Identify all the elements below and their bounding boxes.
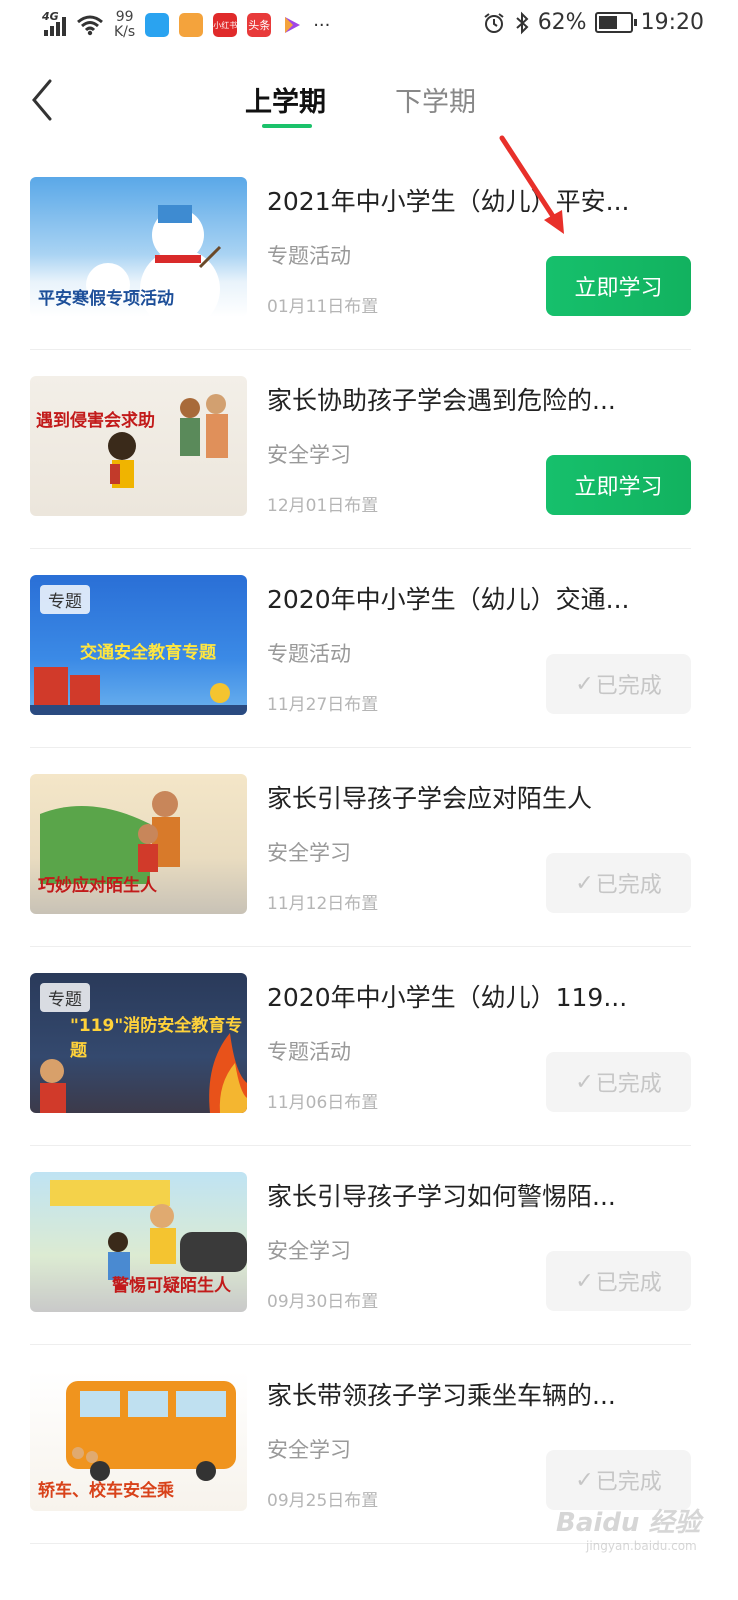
item-date: 12月01日布置 xyxy=(267,496,379,516)
item-title[interactable]: 2020年中小学生（幼儿）交通... xyxy=(267,580,667,616)
bluetooth-icon xyxy=(516,11,529,34)
app-notification-icon xyxy=(145,13,170,37)
back-arrow-icon[interactable] xyxy=(30,78,70,122)
watermark: Baidu 经验 jingyan.baidu.com xyxy=(556,1502,700,1553)
thumbnail: 警惕可疑陌生人 xyxy=(30,1172,247,1312)
tab-second-semester[interactable]: 下学期 xyxy=(395,80,476,119)
study-now-button[interactable]: 立即学习 xyxy=(546,455,691,515)
battery-icon xyxy=(594,12,637,33)
item-title[interactable]: 家长带领孩子学习乘坐车辆的... xyxy=(267,1376,667,1412)
completed-label: 已完成 xyxy=(595,1271,662,1296)
completed-label: 已完成 xyxy=(595,674,662,699)
thumbnail-caption: 遇到侵害会求助 xyxy=(36,411,155,431)
item-title[interactable]: 2020年中小学生（幼儿）119... xyxy=(267,978,667,1014)
completed-button: ✓ 已完成 xyxy=(546,1052,691,1112)
item-title[interactable]: 家长引导孩子学会应对陌生人 xyxy=(267,779,667,815)
thumbnail: 巧妙应对陌生人 xyxy=(30,774,247,914)
item-category: 安全学习 xyxy=(267,443,351,467)
item-category: 安全学习 xyxy=(267,1239,351,1263)
completed-label: 已完成 xyxy=(595,1470,662,1495)
thumbnail: 专题 "119"消防安全教育专题 xyxy=(30,973,247,1113)
signal-icon: 4G xyxy=(42,10,66,36)
clock: 19:20 xyxy=(640,10,704,35)
item-title[interactable]: 2021年中小学生（幼儿）平安... xyxy=(267,182,667,218)
item-category: 安全学习 xyxy=(267,1438,351,1462)
thumbnail-caption: "119"消防安全教育专题 xyxy=(70,1016,243,1061)
tab-first-semester[interactable]: 上学期 xyxy=(245,80,326,119)
completed-button: ✓ 已完成 xyxy=(546,853,691,913)
list-item[interactable]: 专题 "119"消防安全教育专题 2020年中小学生（幼儿）119... 专题活… xyxy=(30,946,691,1146)
thumbnail-caption: 交通安全教育专题 xyxy=(80,643,216,663)
item-date: 11月27日布置 xyxy=(267,695,379,715)
item-date: 11月12日布置 xyxy=(267,894,379,914)
item-date: 11月06日布置 xyxy=(267,1093,379,1113)
completed-button: ✓ 已完成 xyxy=(546,1251,691,1311)
list-item[interactable]: 专题 交通安全教育专题 2020年中小学生（幼儿）交通... 专题活动 11月2… xyxy=(30,548,691,748)
more-notifications: ··· xyxy=(313,14,331,36)
wifi-icon xyxy=(77,15,103,36)
list-item[interactable]: 遇到侵害会求助 家长协助孩子学会遇到危险的... 安全学习 12月01日布置 立… xyxy=(30,349,691,549)
item-category: 安全学习 xyxy=(267,841,351,865)
thumbnail: 专题 交通安全教育专题 xyxy=(30,575,247,715)
thumbnail: 平安寒假专项活动 xyxy=(30,177,247,317)
child-illustration xyxy=(108,394,228,488)
list-item[interactable]: 巧妙应对陌生人 家长引导孩子学会应对陌生人 安全学习 11月12日布置 ✓ 已完成 xyxy=(30,747,691,947)
thumbnail-caption: 轿车、校车安全乘 xyxy=(38,1481,174,1501)
network-type: 4G xyxy=(42,10,59,23)
thumbnail-tag: 专题 xyxy=(40,983,90,1012)
list-item[interactable]: 警惕可疑陌生人 家长引导孩子学习如何警惕陌... 安全学习 09月30日布置 ✓… xyxy=(30,1145,691,1345)
thumbnail: 遇到侵害会求助 xyxy=(30,376,247,516)
thumbnail: 轿车、校车安全乘 xyxy=(30,1371,247,1511)
item-category: 专题活动 xyxy=(267,1040,351,1064)
thumbnail-caption: 巧妙应对陌生人 xyxy=(38,876,157,896)
network-speed-value: 99 xyxy=(115,9,134,25)
item-date: 01月11日布置 xyxy=(267,297,379,317)
status-bar: 4G 99 K/s 小红书 头条 ··· 62% 19:20 xyxy=(0,0,738,52)
alarm-icon xyxy=(484,12,504,33)
status-right: 62% 19:20 xyxy=(482,10,704,35)
study-now-button[interactable]: 立即学习 xyxy=(546,256,691,316)
item-date: 09月30日布置 xyxy=(267,1292,379,1312)
completed-button: ✓ 已完成 xyxy=(546,654,691,714)
toutiao-icon: 头条 xyxy=(247,13,272,37)
completed-label: 已完成 xyxy=(595,873,662,898)
xiaohongshu-icon: 小红书 xyxy=(213,13,238,37)
video-app-icon xyxy=(285,17,301,33)
check-icon: ✓ xyxy=(575,671,594,697)
check-icon: ✓ xyxy=(575,1069,594,1095)
app-notification-icon xyxy=(179,13,204,37)
check-icon: ✓ xyxy=(575,1467,594,1493)
battery-percent: 62% xyxy=(537,10,587,35)
thumbnail-tag: 专题 xyxy=(40,585,90,614)
status-left: 4G 99 K/s 小红书 头条 ··· xyxy=(42,10,331,40)
network-speed: 99 K/s xyxy=(114,10,135,40)
item-date: 09月25日布置 xyxy=(267,1491,379,1511)
annotation-arrow-icon xyxy=(499,135,564,234)
completed-button: ✓ 已完成 xyxy=(546,1450,691,1510)
thumbnail-caption: 警惕可疑陌生人 xyxy=(112,1276,231,1296)
network-speed-unit: K/s xyxy=(114,24,136,40)
thumbnail-caption: 平安寒假专项活动 xyxy=(38,289,174,309)
item-category: 专题活动 xyxy=(267,244,351,268)
check-icon: ✓ xyxy=(575,870,594,896)
completed-label: 已完成 xyxy=(595,1072,662,1097)
watermark-brand: Baidu 经验 xyxy=(556,1508,701,1538)
watermark-url: jingyan.baidu.com xyxy=(586,1539,697,1553)
check-icon: ✓ xyxy=(575,1268,594,1294)
active-tab-indicator xyxy=(262,124,312,128)
item-title[interactable]: 家长协助孩子学会遇到危险的... xyxy=(267,381,667,417)
item-category: 专题活动 xyxy=(267,642,351,666)
list-item[interactable]: 平安寒假专项活动 2021年中小学生（幼儿）平安... 专题活动 01月11日布… xyxy=(30,150,691,350)
item-title[interactable]: 家长引导孩子学习如何警惕陌... xyxy=(267,1177,667,1213)
